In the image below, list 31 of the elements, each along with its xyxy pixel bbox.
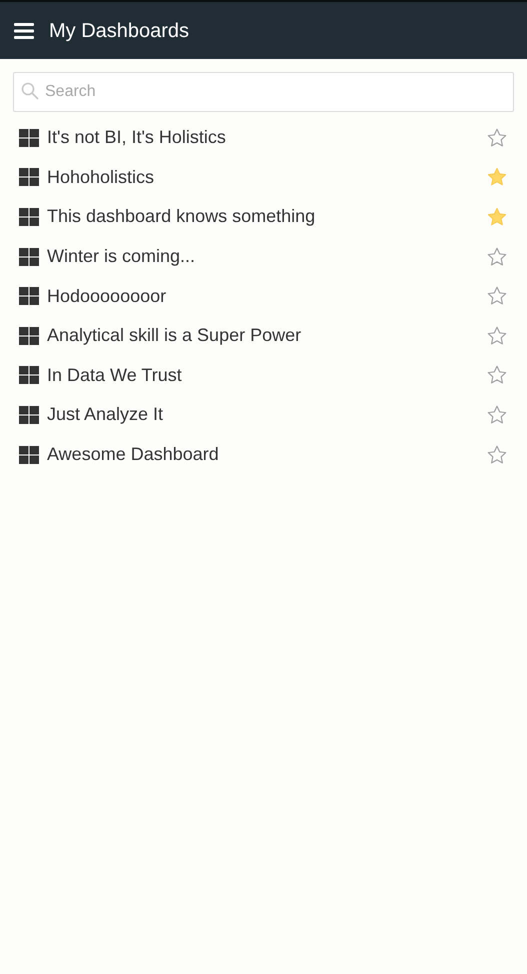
dashboard-grid-icon [19, 406, 39, 424]
dashboard-grid-icon [19, 366, 39, 384]
star-outline-icon[interactable] [486, 324, 508, 347]
dashboard-grid-icon [19, 326, 39, 345]
star-outline-icon[interactable] [486, 126, 508, 149]
filled-star-icon[interactable] [486, 206, 508, 228]
header-title: My Dashboards [49, 18, 190, 44]
dashboard-link[interactable]: Just Analyze It [47, 401, 486, 428]
filled-star-icon[interactable] [486, 166, 508, 188]
menu-icon[interactable] [14, 22, 34, 40]
dashboard-grid-icon [19, 446, 39, 464]
star-outline-icon[interactable] [486, 246, 508, 268]
dashboard-link[interactable]: Hodoooooooor [47, 282, 486, 310]
dashboard-grid-icon [19, 248, 39, 266]
star-outline-icon[interactable] [486, 364, 508, 386]
dashboard-grid-icon [19, 208, 39, 226]
dashboard-link[interactable]: This dashboard knows something [47, 203, 486, 230]
dashboard-link[interactable]: Awesome Dashboard [47, 441, 486, 468]
dashboard-grid-icon [19, 128, 39, 147]
dashboard-link[interactable]: Hohoholistics [47, 164, 486, 191]
dashboard-link[interactable]: Winter is coming... [47, 243, 486, 270]
search-field[interactable]: Search [13, 72, 514, 112]
dashboard-link[interactable]: Analytical skill is a Super Power [47, 322, 486, 350]
dashboard-link[interactable]: It's not BI, It's Holistics [47, 124, 486, 152]
star-outline-icon[interactable] [486, 285, 508, 308]
dashboard-link[interactable]: In Data We Trust [47, 362, 486, 389]
search-icon [21, 82, 39, 100]
star-outline-icon[interactable] [486, 404, 508, 426]
star-outline-icon[interactable] [486, 444, 508, 466]
dashboard-grid-icon [19, 168, 39, 186]
dashboard-grid-icon [19, 287, 39, 306]
